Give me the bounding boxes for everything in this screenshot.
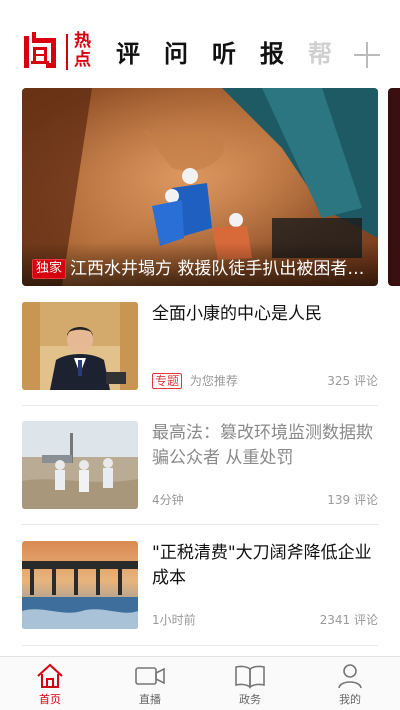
news-title[interactable]: "正税清费"大刀阔斧降低企业成本: [152, 541, 382, 591]
news-item-3[interactable]: "正税清费"大刀阔斧降低企业成本 1小时前 2341 评论: [22, 541, 378, 649]
comment-count[interactable]: 139 评论: [327, 491, 378, 508]
news-thumbnail: [22, 541, 138, 629]
tab-bang[interactable]: 帮: [308, 36, 356, 72]
news-time: 4分钟: [152, 493, 184, 507]
channel-tabs: 评 问 听 报 帮: [116, 36, 356, 72]
news-title[interactable]: 最高法：篡改环境监测数据欺骗公众者 从重处罚: [152, 421, 382, 471]
topic-badge[interactable]: 专题: [152, 373, 183, 389]
tab-label: 直播: [139, 693, 161, 706]
tab-label: 我的: [339, 693, 361, 706]
bottom-tab-bar: 首页 直播 政务 我的: [0, 656, 400, 710]
list-divider: [22, 645, 378, 646]
news-time: 1小时前: [152, 613, 196, 627]
news-item-2[interactable]: 最高法：篡改环境监测数据欺骗公众者 从重处罚 4分钟 139 评论: [22, 421, 378, 529]
comment-count[interactable]: 325 评论: [327, 372, 378, 389]
tab-live[interactable]: 直播: [110, 663, 190, 709]
next-banner-peek[interactable]: [388, 88, 400, 286]
tab-label: 首页: [39, 693, 61, 706]
logo-divider: [66, 34, 68, 70]
list-divider: [22, 405, 378, 406]
list-divider: [22, 524, 378, 525]
home-icon: [37, 663, 63, 688]
comment-count[interactable]: 2341 评论: [320, 611, 378, 628]
news-title[interactable]: 全面小康的中心是人民: [152, 302, 382, 327]
exclusive-badge: 独家: [32, 259, 67, 279]
logo-subtitle: 热点: [74, 31, 91, 70]
tab-home[interactable]: 首页: [10, 663, 90, 709]
news-source: 为您推荐: [189, 374, 238, 388]
tab-wen[interactable]: 问: [164, 36, 212, 72]
user-icon: [338, 664, 362, 689]
tab-label: 政务: [239, 693, 261, 706]
news-thumbnail: [22, 302, 138, 390]
app-logo[interactable]: [22, 30, 58, 70]
tab-mine[interactable]: 我的: [310, 663, 390, 709]
headline-banner[interactable]: 独家 江西水井塌方 救援队徒手扒出被困者…: [22, 88, 378, 286]
top-header: 热点 评 问 听 报 帮: [0, 0, 400, 78]
news-item-1[interactable]: 全面小康的中心是人民 专题 为您推荐 325 评论: [22, 302, 378, 410]
tab-bao[interactable]: 报: [260, 36, 308, 72]
plus-icon[interactable]: [354, 42, 380, 68]
news-meta: 4分钟 139 评论: [152, 491, 378, 509]
news-meta: 专题 为您推荐 325 评论: [152, 372, 378, 390]
news-meta: 1小时前 2341 评论: [152, 611, 378, 629]
video-camera-icon: [135, 667, 165, 685]
news-thumbnail: [22, 421, 138, 509]
tab-ting[interactable]: 听: [212, 36, 260, 72]
tab-ping[interactable]: 评: [116, 36, 164, 72]
banner-title[interactable]: 江西水井塌方 救援队徒手扒出被困者…: [70, 258, 370, 280]
open-book-icon: [235, 665, 265, 689]
tab-government[interactable]: 政务: [210, 663, 290, 709]
